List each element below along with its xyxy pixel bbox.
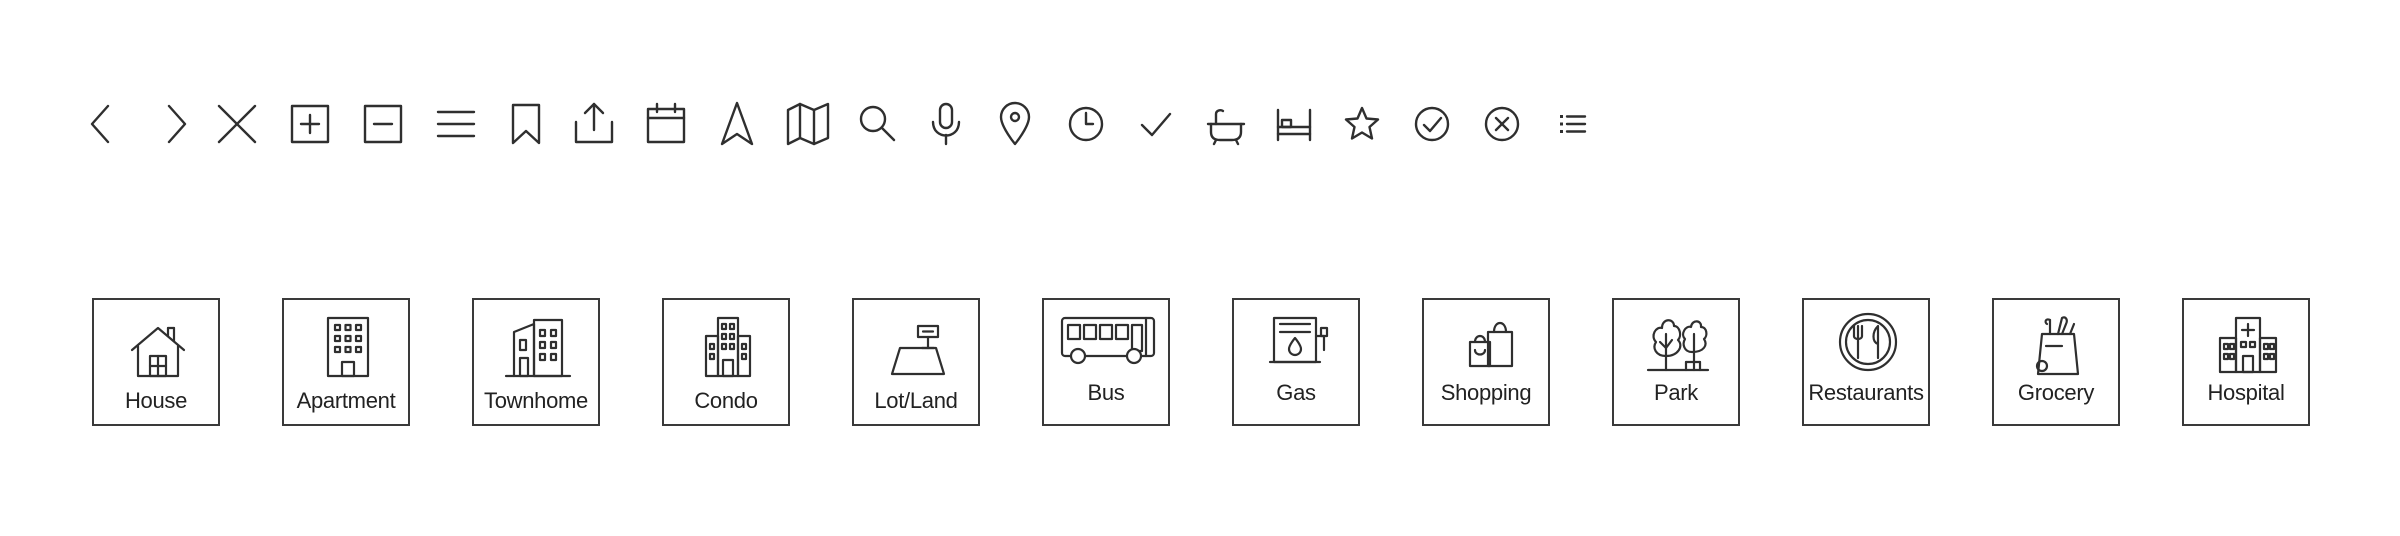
category-tile-hospital[interactable]: Hospital [2182, 298, 2310, 426]
category-tile-label: Hospital [2207, 380, 2285, 405]
category-tile-label: Condo [694, 388, 758, 413]
category-tile-townhome[interactable]: Townhome [472, 298, 600, 426]
plate-cutlery-icon [1828, 312, 1908, 382]
category-tile-label: Apartment [296, 388, 396, 413]
category-tile-label: Shopping [1440, 380, 1532, 405]
apartment-icon [308, 312, 388, 382]
map-icon[interactable] [784, 100, 832, 148]
category-tile-house[interactable]: House [92, 298, 220, 426]
chevron-left-icon[interactable] [78, 100, 126, 148]
grocery-bag-icon [2018, 312, 2098, 382]
park-trees-icon [1638, 312, 1718, 382]
category-tile-row: House Apartment Townhome Condo Lot/Land … [0, 290, 2400, 440]
search-icon[interactable] [854, 100, 902, 148]
category-tile-restaurants[interactable]: Restaurants [1802, 298, 1930, 426]
category-tile-label: Restaurants [1808, 380, 1924, 405]
icon-toolbar [0, 0, 2400, 250]
gas-pump-icon [1258, 312, 1338, 382]
category-tile-label: Grocery [2017, 380, 2095, 405]
bed-icon[interactable] [1270, 100, 1318, 148]
hamburger-menu-icon[interactable] [432, 100, 480, 148]
category-tile-label: Townhome [484, 388, 588, 413]
category-tile-condo[interactable]: Condo [662, 298, 790, 426]
location-pin-icon[interactable] [991, 100, 1039, 148]
category-tile-label: Gas [1276, 380, 1316, 405]
shopping-bags-icon [1448, 312, 1528, 382]
category-tile-park[interactable]: Park [1612, 298, 1740, 426]
category-tile-gas[interactable]: Gas [1232, 298, 1360, 426]
bus-icon [1060, 312, 1156, 382]
navigation-arrow-icon[interactable] [713, 100, 761, 148]
check-circle-icon[interactable] [1408, 100, 1456, 148]
category-tile-label: Bus [1087, 380, 1125, 405]
list-icon[interactable] [1548, 100, 1596, 148]
lot-land-icon [878, 312, 958, 382]
category-tile-lot-land[interactable]: Lot/Land [852, 298, 980, 426]
condo-icon [688, 312, 768, 382]
category-tile-bus[interactable]: Bus [1042, 298, 1170, 426]
share-upload-icon[interactable] [570, 100, 618, 148]
category-tile-shopping[interactable]: Shopping [1422, 298, 1550, 426]
category-tile-label: House [124, 388, 188, 413]
chevron-right-icon[interactable] [151, 100, 199, 148]
category-tile-label: Park [1653, 380, 1699, 405]
calendar-icon[interactable] [642, 100, 690, 148]
close-circle-icon[interactable] [1478, 100, 1526, 148]
close-icon[interactable] [213, 100, 261, 148]
townhome-icon [498, 312, 578, 382]
bookmark-icon[interactable] [502, 100, 550, 148]
house-icon [118, 312, 198, 382]
plus-square-icon[interactable] [286, 100, 334, 148]
bathtub-icon[interactable] [1202, 100, 1250, 148]
category-tile-label: Lot/Land [874, 388, 958, 413]
hospital-icon [2208, 312, 2288, 382]
microphone-icon[interactable] [922, 100, 970, 148]
minus-square-icon[interactable] [359, 100, 407, 148]
clock-icon[interactable] [1062, 100, 1110, 148]
star-icon[interactable] [1338, 100, 1386, 148]
category-tile-grocery[interactable]: Grocery [1992, 298, 2120, 426]
checkmark-icon[interactable] [1132, 100, 1180, 148]
category-tile-apartment[interactable]: Apartment [282, 298, 410, 426]
